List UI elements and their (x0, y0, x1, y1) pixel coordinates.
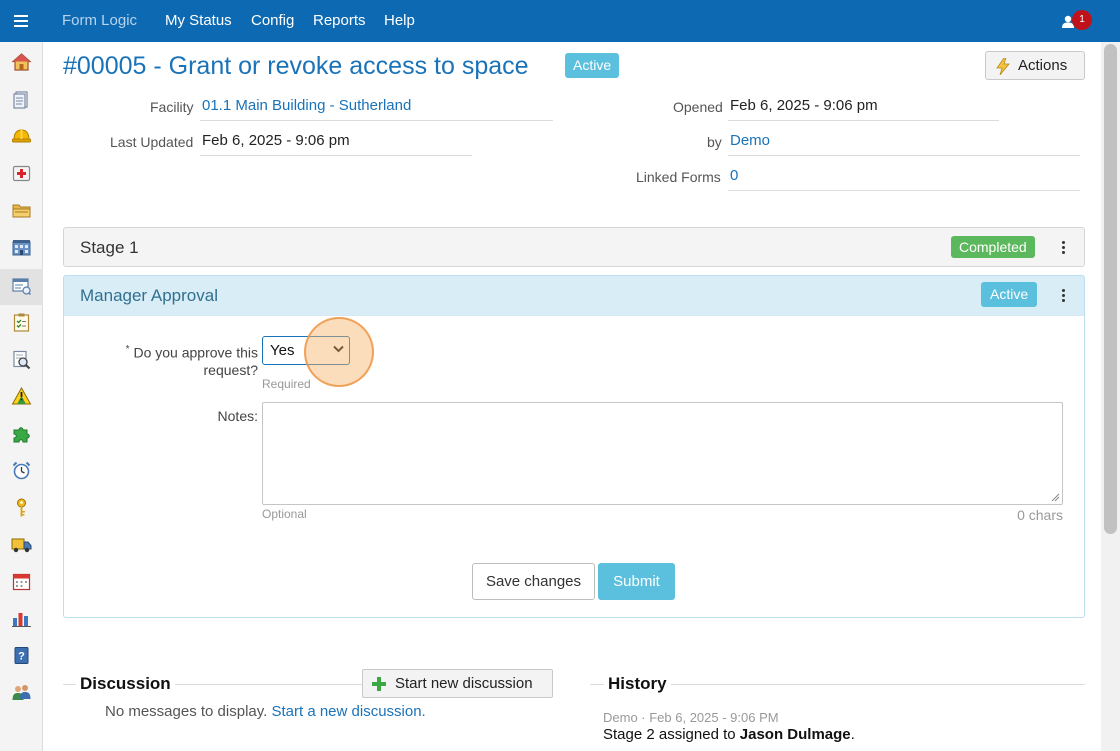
facility-field: 01.1 Main Building - Sutherland (200, 97, 553, 121)
nav-reports[interactable]: Reports (313, 12, 366, 29)
start-new-discussion-button[interactable]: Start new discussion (362, 669, 553, 698)
nav-config[interactable]: Config (251, 12, 294, 29)
approval-select-value: Yes (270, 342, 295, 359)
lightning-icon (996, 58, 1010, 75)
forms-icon[interactable] (11, 275, 32, 296)
notification-badge: 1 (1072, 10, 1092, 30)
start-new-discussion-label: Start new discussion (395, 675, 533, 692)
actions-button[interactable]: Actions (985, 51, 1085, 80)
alarm-clock-icon[interactable] (11, 460, 32, 481)
history-entry-name: Jason Dulmage (739, 726, 851, 743)
opened-text: Feb 6, 2025 - 9:06 pm (730, 97, 878, 114)
start-discussion-link[interactable]: Start a new discussion. (271, 703, 425, 720)
folder-icon[interactable] (11, 200, 32, 221)
checklist-icon[interactable] (11, 312, 32, 333)
first-aid-icon[interactable] (11, 163, 32, 184)
actions-label: Actions (1018, 57, 1068, 74)
nav-my-status[interactable]: My Status (165, 12, 232, 29)
top-navbar: Form Logic My Status Config Reports Help… (0, 0, 1120, 42)
plus-icon (372, 677, 386, 691)
last-updated-value: Feb 6, 2025 - 9:06 pm (200, 132, 472, 156)
truck-icon[interactable] (11, 534, 32, 555)
users-icon[interactable] (11, 682, 32, 703)
linked-forms-label: Linked Forms (636, 169, 721, 185)
bar-chart-icon[interactable] (11, 608, 32, 629)
building-icon[interactable] (11, 237, 32, 258)
manager-approval-status-badge: Active (981, 282, 1038, 307)
history-entry: Stage 2 assigned to Jason Dulmage. (603, 726, 855, 743)
hardhat-icon[interactable] (11, 126, 32, 147)
approval-question-text: Do you approve this request? (133, 344, 258, 378)
discussion-title: Discussion (76, 674, 175, 694)
required-asterisk: * (125, 344, 130, 355)
chevron-down-icon (333, 345, 344, 353)
notes-label: Notes: (217, 408, 258, 424)
page-title: #00005 - Grant or revoke access to space (63, 52, 529, 80)
by-field: Demo (728, 132, 1080, 156)
history-entry-suffix: . (850, 726, 855, 743)
discussion-empty-message: No messages to display. Start a new disc… (105, 703, 426, 720)
stage-1-title: Stage 1 (80, 238, 139, 257)
help-book-icon[interactable]: ? (11, 645, 32, 666)
status-badge: Active (565, 53, 620, 78)
nav-help[interactable]: Help (384, 12, 415, 29)
key-icon[interactable] (11, 497, 32, 518)
save-changes-button[interactable]: Save changes (472, 563, 595, 600)
opened-label: Opened (673, 99, 723, 115)
puzzle-icon[interactable] (11, 423, 32, 444)
manager-approval-header[interactable]: Manager Approval Active (63, 275, 1085, 315)
hazard-icon[interactable] (11, 386, 32, 407)
home-icon[interactable] (11, 52, 32, 73)
discussion-empty-text: No messages to display. (105, 703, 268, 720)
approval-question-label: * Do you approve this request? (110, 341, 258, 379)
manager-approval-menu-icon[interactable] (1056, 285, 1070, 305)
notes-textarea[interactable] (262, 402, 1063, 505)
facility-link[interactable]: 01.1 Main Building - Sutherland (202, 97, 411, 114)
stage-1-status-badge: Completed (951, 236, 1035, 258)
history-entry-prefix: Stage 2 assigned to (603, 726, 740, 743)
notes-optional-hint: Optional (262, 507, 307, 521)
sidebar: ? (0, 42, 43, 751)
history-entry-meta: Demo · Feb 6, 2025 - 9:06 PM (603, 710, 779, 725)
svg-text:?: ? (18, 651, 25, 663)
by-user-link[interactable]: Demo (730, 132, 770, 149)
calendar-icon[interactable] (11, 571, 32, 592)
brand-link[interactable]: Form Logic (62, 12, 137, 29)
linked-forms-field: 0 (728, 167, 1080, 191)
stage-1-menu-icon[interactable] (1056, 237, 1070, 257)
facility-label: Facility (150, 99, 194, 115)
stage-1-panel[interactable]: Stage 1 Completed (63, 227, 1085, 267)
manager-approval-title: Manager Approval (80, 286, 218, 305)
resize-grip-icon[interactable] (1051, 493, 1060, 502)
by-label: by (707, 134, 722, 150)
document-icon[interactable] (11, 89, 32, 110)
linked-forms-link[interactable]: 0 (730, 167, 738, 184)
opened-value: Feb 6, 2025 - 9:06 pm (728, 97, 999, 121)
history-title: History (604, 674, 671, 694)
user-menu-button[interactable]: 1 (1058, 10, 1094, 32)
notes-char-count: 0 chars (1017, 507, 1063, 523)
approval-required-hint: Required (262, 377, 311, 391)
hamburger-menu-icon[interactable] (0, 0, 42, 42)
inspection-icon[interactable] (11, 349, 32, 370)
approval-select[interactable]: Yes (262, 336, 350, 365)
last-updated-text: Feb 6, 2025 - 9:06 pm (202, 132, 350, 149)
submit-button[interactable]: Submit (598, 563, 675, 600)
last-updated-label: Last Updated (110, 134, 194, 150)
scrollbar-thumb[interactable] (1104, 44, 1117, 534)
